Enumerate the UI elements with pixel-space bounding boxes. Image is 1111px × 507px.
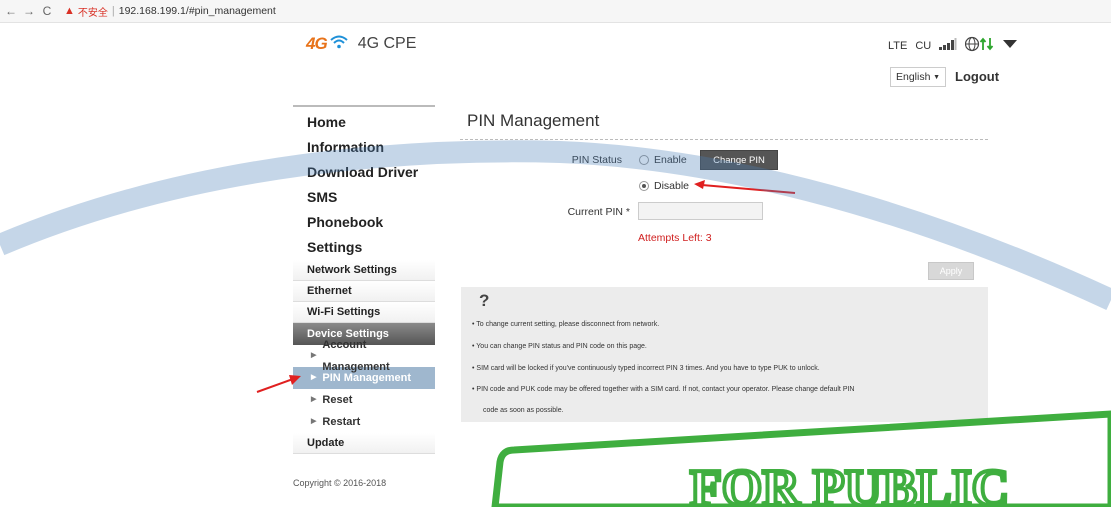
radio-button[interactable] bbox=[639, 155, 649, 165]
sidebar-item-information[interactable]: Information bbox=[293, 135, 435, 160]
logo: 4G 4G CPE bbox=[306, 34, 416, 54]
reload-icon[interactable]: C bbox=[40, 4, 54, 18]
sidebar-item-download-driver[interactable]: Download Driver bbox=[293, 160, 435, 185]
watermark-text: FOR PUBLIC bbox=[690, 460, 1009, 507]
logout-link[interactable]: Logout bbox=[955, 69, 999, 84]
sidebar-item-sms[interactable]: SMS bbox=[293, 185, 435, 210]
triangle-right-icon: ▶ bbox=[311, 396, 317, 403]
chevron-down-icon: ▼ bbox=[933, 73, 940, 81]
annotation-arrow-icon bbox=[256, 375, 301, 393]
apply-button[interactable]: Apply bbox=[928, 262, 974, 280]
help-icon: ? bbox=[479, 291, 490, 310]
sidebar-item-restart[interactable]: ▶ Restart bbox=[293, 411, 435, 433]
sidebar-item-network-settings[interactable]: Network Settings bbox=[293, 260, 435, 281]
product-name: 4G CPE bbox=[357, 35, 417, 52]
forward-icon[interactable]: → bbox=[22, 4, 36, 18]
radio-button-checked[interactable] bbox=[639, 181, 649, 191]
url-field[interactable]: 192.168.199.1/#pin_management bbox=[119, 5, 276, 17]
wifi-status-icon bbox=[1003, 39, 1018, 52]
disable-radio-label: Disable bbox=[654, 180, 690, 192]
sidebar: Home Information Download Driver SMS Pho… bbox=[293, 110, 435, 454]
sidebar-item-ethernet[interactable]: Ethernet bbox=[293, 281, 435, 302]
triangle-right-icon: ▶ bbox=[311, 418, 317, 425]
help-box: ? • To change current setting, please di… bbox=[461, 287, 988, 422]
wifi-icon bbox=[330, 35, 348, 54]
sidebar-item-account-management[interactable]: ▶ Account Management bbox=[293, 339, 435, 373]
help-item: • You can change PIN status and PIN code… bbox=[472, 343, 647, 350]
disable-radio[interactable]: Disable bbox=[639, 180, 689, 192]
language-select[interactable]: English ▼ bbox=[890, 67, 946, 87]
sidebar-item-label: PIN Management bbox=[322, 372, 412, 384]
current-pin-input[interactable] bbox=[638, 202, 763, 220]
url-separator: | bbox=[111, 5, 115, 17]
language-value: English bbox=[896, 71, 931, 83]
attempts-left-text: Attempts Left: 3 bbox=[638, 232, 712, 244]
browser-address-bar: ← → C ▲ 不安全 | 192.168.199.1/#pin_managem… bbox=[0, 0, 1111, 23]
operator-name: CU bbox=[915, 39, 932, 52]
security-warning[interactable]: ▲ 不安全 bbox=[64, 4, 108, 19]
pin-status-label: PIN Status bbox=[571, 154, 622, 166]
enable-radio-label: Enable bbox=[654, 154, 687, 166]
warning-icon: ▲ bbox=[64, 5, 75, 17]
signal-icon bbox=[939, 38, 957, 53]
change-pin-button[interactable]: Change PIN bbox=[700, 150, 778, 170]
internet-globe-icon bbox=[965, 36, 995, 55]
help-item: • To change current setting, please disc… bbox=[472, 321, 660, 328]
enable-radio[interactable]: Enable bbox=[639, 154, 687, 166]
help-item: • SIM card will be locked if you've cont… bbox=[472, 365, 820, 372]
sidebar-item-settings[interactable]: Settings bbox=[293, 235, 435, 260]
page-title: PIN Management bbox=[467, 111, 600, 130]
sidebar-item-home[interactable]: Home bbox=[293, 110, 435, 135]
logo-4g-mark: 4G bbox=[306, 34, 328, 53]
help-item: • PIN code and PUK code may be offered t… bbox=[472, 386, 855, 393]
network-type: LTE bbox=[888, 39, 908, 52]
triangle-right-icon: ▶ bbox=[311, 352, 317, 359]
sidebar-item-phonebook[interactable]: Phonebook bbox=[293, 210, 435, 235]
sidebar-item-update[interactable]: Update bbox=[293, 433, 435, 454]
title-divider bbox=[460, 139, 988, 140]
back-icon[interactable]: ← bbox=[4, 4, 18, 18]
annotation-arrow-icon bbox=[694, 180, 796, 194]
current-pin-label: Current PIN * bbox=[567, 206, 630, 218]
security-warning-text: 不安全 bbox=[77, 7, 108, 19]
sidebar-item-wifi-settings[interactable]: Wi-Fi Settings bbox=[293, 302, 435, 323]
triangle-right-icon: ▶ bbox=[311, 374, 317, 381]
help-item: code as soon as possible. bbox=[483, 407, 564, 414]
sidebar-item-label: Restart bbox=[322, 416, 361, 428]
status-bar: LTE CU bbox=[888, 36, 1025, 55]
copyright: Copyright © 2016-2018 bbox=[293, 478, 387, 488]
sidebar-item-reset[interactable]: ▶ Reset bbox=[293, 389, 435, 411]
sidebar-item-label: Reset bbox=[322, 394, 353, 406]
nav-divider bbox=[293, 105, 435, 107]
